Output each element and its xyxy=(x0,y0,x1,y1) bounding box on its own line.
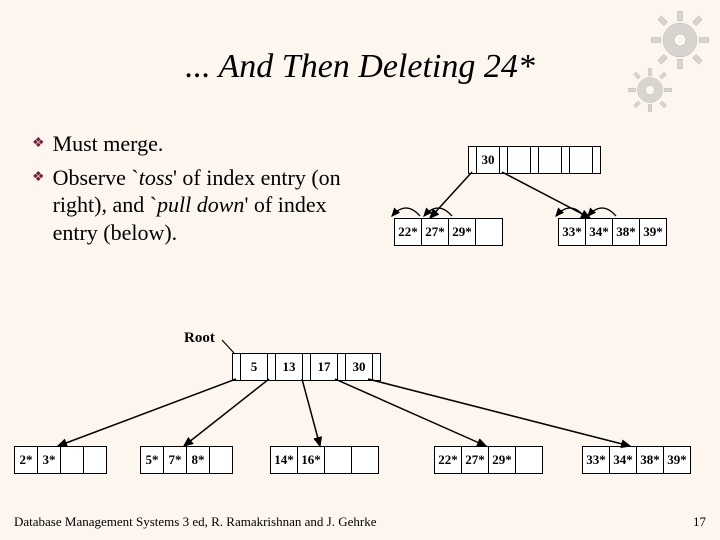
pointer-slot xyxy=(562,147,570,173)
leaf-cell: 7* xyxy=(164,447,187,473)
bullet-icon: ❖ xyxy=(32,169,45,247)
footer-text: Database Management Systems 3 ed, R. Ram… xyxy=(14,514,376,530)
leaf-node: 22* 27* 29* xyxy=(434,446,543,474)
pointer-slot xyxy=(268,354,276,380)
pointer-slot xyxy=(373,354,380,380)
key-slot xyxy=(539,147,562,173)
leaf-cell: 27* xyxy=(462,447,489,473)
leaf-node: 22* 27* 29* xyxy=(394,218,503,246)
leaf-cell xyxy=(516,447,542,473)
root-node: 5 13 17 30 xyxy=(232,353,381,381)
bullet-item: ❖ Must merge. xyxy=(32,130,342,158)
key-slot: 17 xyxy=(311,354,338,380)
leaf-cell: 22* xyxy=(395,219,422,245)
key-slot: 13 xyxy=(276,354,303,380)
leaf-cell: 14* xyxy=(271,447,298,473)
root-label: Root xyxy=(184,330,215,347)
key-slot: 30 xyxy=(346,354,373,380)
leaf-node: 5* 7* 8* xyxy=(140,446,233,474)
bullet-em: toss xyxy=(139,165,173,190)
bullet-em: pull down xyxy=(157,192,244,217)
leaf-cell xyxy=(61,447,84,473)
leaf-cell xyxy=(352,447,378,473)
leaf-cell: 38* xyxy=(613,219,640,245)
leaf-cell: 33* xyxy=(559,219,586,245)
leaf-node: 33* 34* 38* 39* xyxy=(558,218,667,246)
bullet-icon: ❖ xyxy=(32,135,45,158)
leaf-cell: 34* xyxy=(586,219,613,245)
pointer-slot xyxy=(469,147,477,173)
leaf-cell: 29* xyxy=(489,447,516,473)
pointer-slot xyxy=(338,354,346,380)
key-slot xyxy=(570,147,593,173)
page-number: 17 xyxy=(693,514,706,530)
leaf-cell: 29* xyxy=(449,219,476,245)
leaf-node: 14* 16* xyxy=(270,446,379,474)
pointer-slot xyxy=(233,354,241,380)
bullet-list: ❖ Must merge. ❖ Observe `toss' of index … xyxy=(32,130,342,252)
leaf-cell xyxy=(210,447,232,473)
leaf-cell: 2* xyxy=(15,447,38,473)
leaf-cell: 22* xyxy=(435,447,462,473)
bullet-item: ❖ Observe `toss' of index entry (on righ… xyxy=(32,164,342,247)
leaf-cell xyxy=(325,447,352,473)
bullet-text: Observe `toss' of index entry (on right)… xyxy=(53,164,342,247)
slide-title: ... And Then Deleting 24* xyxy=(0,48,720,86)
leaf-cell: 27* xyxy=(422,219,449,245)
key-slot: 30 xyxy=(477,147,500,173)
leaf-cell: 5* xyxy=(141,447,164,473)
pointer-slot xyxy=(500,147,508,173)
pointer-slot xyxy=(593,147,600,173)
leaf-node: 33* 34* 38* 39* xyxy=(582,446,691,474)
leaf-cell: 33* xyxy=(583,447,610,473)
leaf-cell: 34* xyxy=(610,447,637,473)
index-node: 30 xyxy=(468,146,601,174)
pointer-slot xyxy=(303,354,311,380)
bullet-text-part: Observe ` xyxy=(53,165,139,190)
bullet-text: Must merge. xyxy=(53,130,164,158)
leaf-cell: 39* xyxy=(664,447,690,473)
leaf-cell xyxy=(476,219,502,245)
key-slot: 5 xyxy=(241,354,268,380)
pointer-slot xyxy=(531,147,539,173)
leaf-cell: 39* xyxy=(640,219,666,245)
key-slot xyxy=(508,147,531,173)
leaf-cell: 8* xyxy=(187,447,210,473)
leaf-cell xyxy=(84,447,106,473)
leaf-cell: 3* xyxy=(38,447,61,473)
leaf-cell: 16* xyxy=(298,447,325,473)
leaf-cell: 38* xyxy=(637,447,664,473)
leaf-node: 2* 3* xyxy=(14,446,107,474)
